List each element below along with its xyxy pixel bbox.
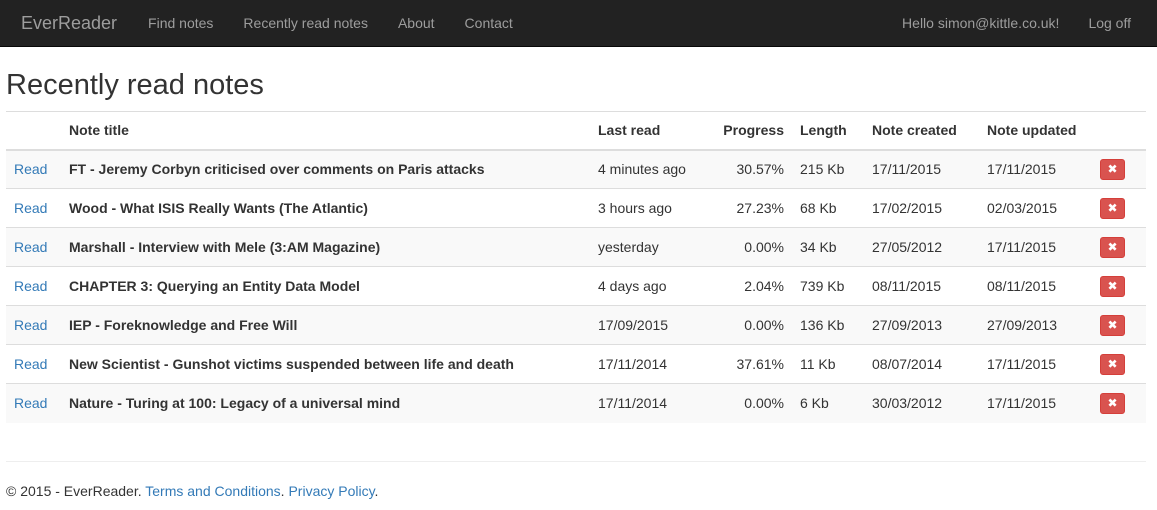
note-updated: 17/11/2015 bbox=[979, 227, 1092, 267]
note-created: 30/03/2012 bbox=[864, 383, 979, 423]
header-note-title: Note title bbox=[61, 111, 590, 151]
table-row: Read Nature - Turing at 100: Legacy of a… bbox=[6, 383, 1146, 423]
delete-button[interactable]: ✖ bbox=[1100, 392, 1125, 414]
last-read: 17/09/2015 bbox=[590, 305, 707, 345]
header-delete bbox=[1092, 111, 1146, 151]
close-icon: ✖ bbox=[1107, 395, 1118, 410]
read-link[interactable]: Read bbox=[14, 278, 47, 294]
last-read: 4 minutes ago bbox=[590, 149, 707, 189]
delete-button[interactable]: ✖ bbox=[1100, 236, 1125, 258]
progress: 27.23% bbox=[707, 188, 792, 228]
header-note-updated: Note updated bbox=[979, 111, 1092, 151]
close-icon: ✖ bbox=[1107, 278, 1118, 293]
length: 739 Kb bbox=[792, 266, 864, 306]
footer: © 2015 - EverReader. Terms and Condition… bbox=[6, 483, 378, 499]
read-link[interactable]: Read bbox=[14, 356, 47, 372]
note-title: New Scientist - Gunshot victims suspende… bbox=[61, 344, 590, 384]
nav-contact[interactable]: Contact bbox=[450, 0, 528, 47]
last-read: 17/11/2014 bbox=[590, 383, 707, 423]
length: 215 Kb bbox=[792, 149, 864, 189]
last-read: 4 days ago bbox=[590, 266, 707, 306]
brand-link[interactable]: EverReader bbox=[21, 0, 117, 47]
close-icon: ✖ bbox=[1107, 356, 1118, 371]
progress: 0.00% bbox=[707, 305, 792, 345]
note-title: Wood - What ISIS Really Wants (The Atlan… bbox=[61, 188, 590, 228]
header-read bbox=[6, 111, 61, 151]
header-progress: Progress bbox=[707, 111, 792, 151]
note-title: IEP - Foreknowledge and Free Will bbox=[61, 305, 590, 345]
last-read: 3 hours ago bbox=[590, 188, 707, 228]
user-greeting-link[interactable]: Hello simon@kittle.co.uk! bbox=[902, 0, 1059, 47]
progress: 0.00% bbox=[707, 227, 792, 267]
footer-separator: . bbox=[374, 483, 379, 499]
table-header-row: Note title Last read Progress Length Not… bbox=[6, 111, 1146, 151]
footer-copyright: © 2015 - EverReader. bbox=[6, 483, 142, 499]
read-link[interactable]: Read bbox=[14, 239, 47, 255]
delete-button[interactable]: ✖ bbox=[1100, 275, 1125, 297]
note-title: CHAPTER 3: Querying an Entity Data Model bbox=[61, 266, 590, 306]
note-updated: 17/11/2015 bbox=[979, 149, 1092, 189]
close-icon: ✖ bbox=[1107, 317, 1118, 332]
note-title: Nature - Turing at 100: Legacy of a univ… bbox=[61, 383, 590, 423]
header-note-created: Note created bbox=[864, 111, 979, 151]
logoff-link[interactable]: Log off bbox=[1088, 0, 1131, 47]
notes-table-body: Read FT - Jeremy Corbyn criticised over … bbox=[6, 149, 1146, 423]
note-updated: 17/11/2015 bbox=[979, 383, 1092, 423]
delete-button[interactable]: ✖ bbox=[1100, 158, 1125, 180]
close-icon: ✖ bbox=[1107, 239, 1118, 254]
note-created: 08/07/2014 bbox=[864, 344, 979, 384]
read-link[interactable]: Read bbox=[14, 317, 47, 333]
last-read: yesterday bbox=[590, 227, 707, 267]
footer-divider bbox=[6, 461, 1146, 462]
length: 136 Kb bbox=[792, 305, 864, 345]
close-icon: ✖ bbox=[1107, 200, 1118, 215]
table-row: Read FT - Jeremy Corbyn criticised over … bbox=[6, 149, 1146, 189]
note-created: 17/11/2015 bbox=[864, 149, 979, 189]
progress: 2.04% bbox=[707, 266, 792, 306]
privacy-link[interactable]: Privacy Policy bbox=[288, 483, 374, 499]
length: 6 Kb bbox=[792, 383, 864, 423]
note-title: FT - Jeremy Corbyn criticised over comme… bbox=[61, 149, 590, 189]
nav-user-area: Hello simon@kittle.co.uk! Log off bbox=[902, 0, 1131, 47]
note-updated: 02/03/2015 bbox=[979, 188, 1092, 228]
length: 11 Kb bbox=[792, 344, 864, 384]
delete-button[interactable]: ✖ bbox=[1100, 353, 1125, 375]
note-created: 27/05/2012 bbox=[864, 227, 979, 267]
top-navbar: EverReader Find notes Recently read note… bbox=[0, 0, 1157, 47]
note-updated: 08/11/2015 bbox=[979, 266, 1092, 306]
table-row: Read CHAPTER 3: Querying an Entity Data … bbox=[6, 266, 1146, 306]
note-title: Marshall - Interview with Mele (3:AM Mag… bbox=[61, 227, 590, 267]
header-length: Length bbox=[792, 111, 864, 151]
table-row: Read New Scientist - Gunshot victims sus… bbox=[6, 344, 1146, 384]
progress: 30.57% bbox=[707, 149, 792, 189]
length: 34 Kb bbox=[792, 227, 864, 267]
notes-table: Note title Last read Progress Length Not… bbox=[6, 111, 1146, 423]
table-row: Read Wood - What ISIS Really Wants (The … bbox=[6, 188, 1146, 228]
header-last-read: Last read bbox=[590, 111, 707, 151]
progress: 37.61% bbox=[707, 344, 792, 384]
nav-about[interactable]: About bbox=[383, 0, 450, 47]
last-read: 17/11/2014 bbox=[590, 344, 707, 384]
nav-links: Find notes Recently read notes About Con… bbox=[133, 0, 528, 47]
table-row: Read IEP - Foreknowledge and Free Will 1… bbox=[6, 305, 1146, 345]
close-icon: ✖ bbox=[1107, 161, 1118, 176]
delete-button[interactable]: ✖ bbox=[1100, 197, 1125, 219]
read-link[interactable]: Read bbox=[14, 161, 47, 177]
progress: 0.00% bbox=[707, 383, 792, 423]
note-created: 17/02/2015 bbox=[864, 188, 979, 228]
note-created: 27/09/2013 bbox=[864, 305, 979, 345]
read-link[interactable]: Read bbox=[14, 395, 47, 411]
read-link[interactable]: Read bbox=[14, 200, 47, 216]
nav-recently-read[interactable]: Recently read notes bbox=[228, 0, 383, 47]
page-title: Recently read notes bbox=[6, 69, 264, 101]
terms-link[interactable]: Terms and Conditions bbox=[145, 483, 280, 499]
footer-separator: . bbox=[280, 483, 285, 499]
length: 68 Kb bbox=[792, 188, 864, 228]
note-created: 08/11/2015 bbox=[864, 266, 979, 306]
nav-find-notes[interactable]: Find notes bbox=[133, 0, 228, 47]
table-row: Read Marshall - Interview with Mele (3:A… bbox=[6, 227, 1146, 267]
note-updated: 27/09/2013 bbox=[979, 305, 1092, 345]
note-updated: 17/11/2015 bbox=[979, 344, 1092, 384]
delete-button[interactable]: ✖ bbox=[1100, 314, 1125, 336]
